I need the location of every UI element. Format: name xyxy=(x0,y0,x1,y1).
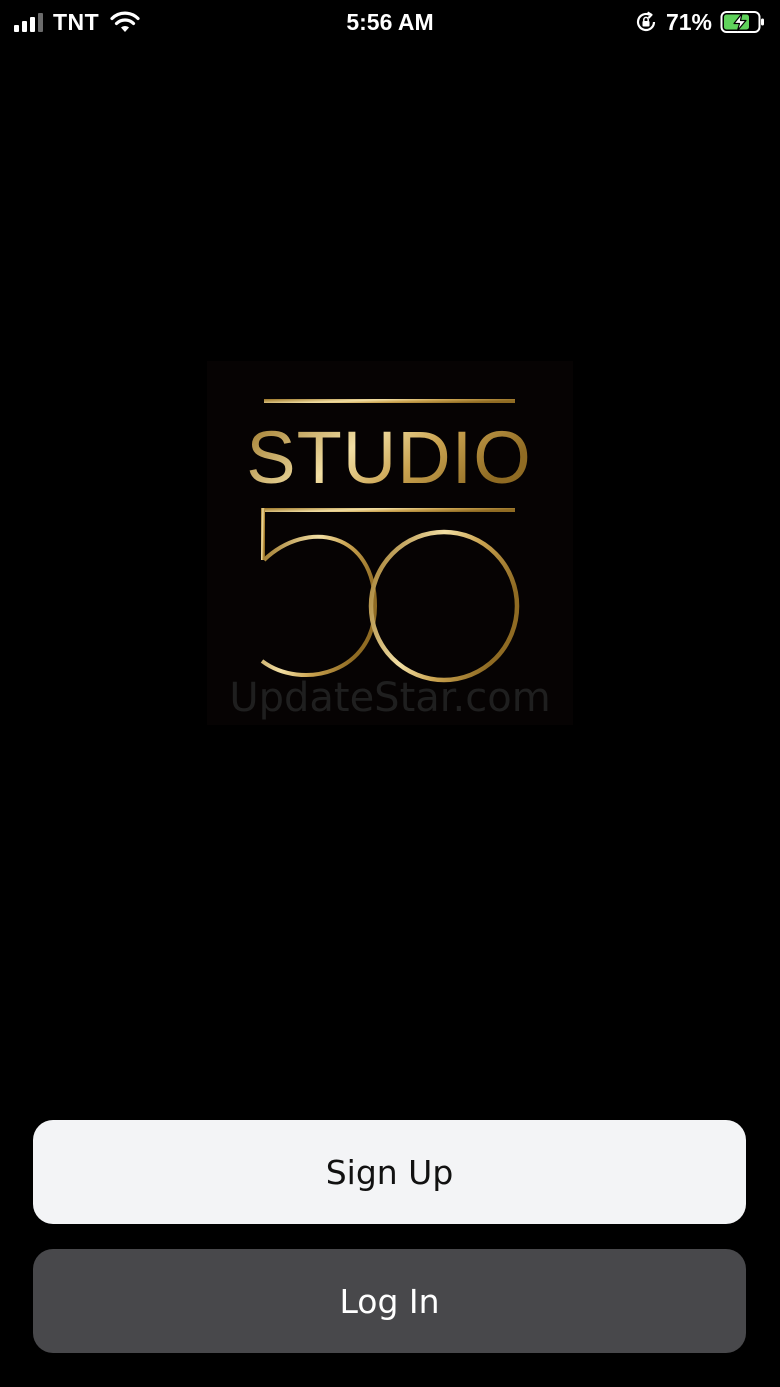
logo-middle-rule xyxy=(264,508,515,512)
sign-up-button[interactable]: Sign Up xyxy=(33,1120,746,1224)
orientation-lock-icon xyxy=(634,10,658,34)
status-bar-right: 71% xyxy=(634,8,766,36)
battery-percent: 71% xyxy=(665,8,712,35)
logo-top-rule xyxy=(264,399,515,403)
studio-50-logo: STUDIO UpdateStar.com 50 xyxy=(207,361,573,725)
log-in-button[interactable]: Log In xyxy=(33,1249,746,1353)
logo-zero-ring xyxy=(368,529,520,683)
logo-studio-text: STUDIO xyxy=(246,416,532,499)
logo-five-stem xyxy=(261,508,265,560)
watermark-text: UpdateStar.com xyxy=(229,675,550,721)
battery-charging-icon xyxy=(720,10,766,34)
status-bar: TNT 5:56 AM 71% xyxy=(0,0,780,44)
logo-five-bowl xyxy=(260,534,378,677)
